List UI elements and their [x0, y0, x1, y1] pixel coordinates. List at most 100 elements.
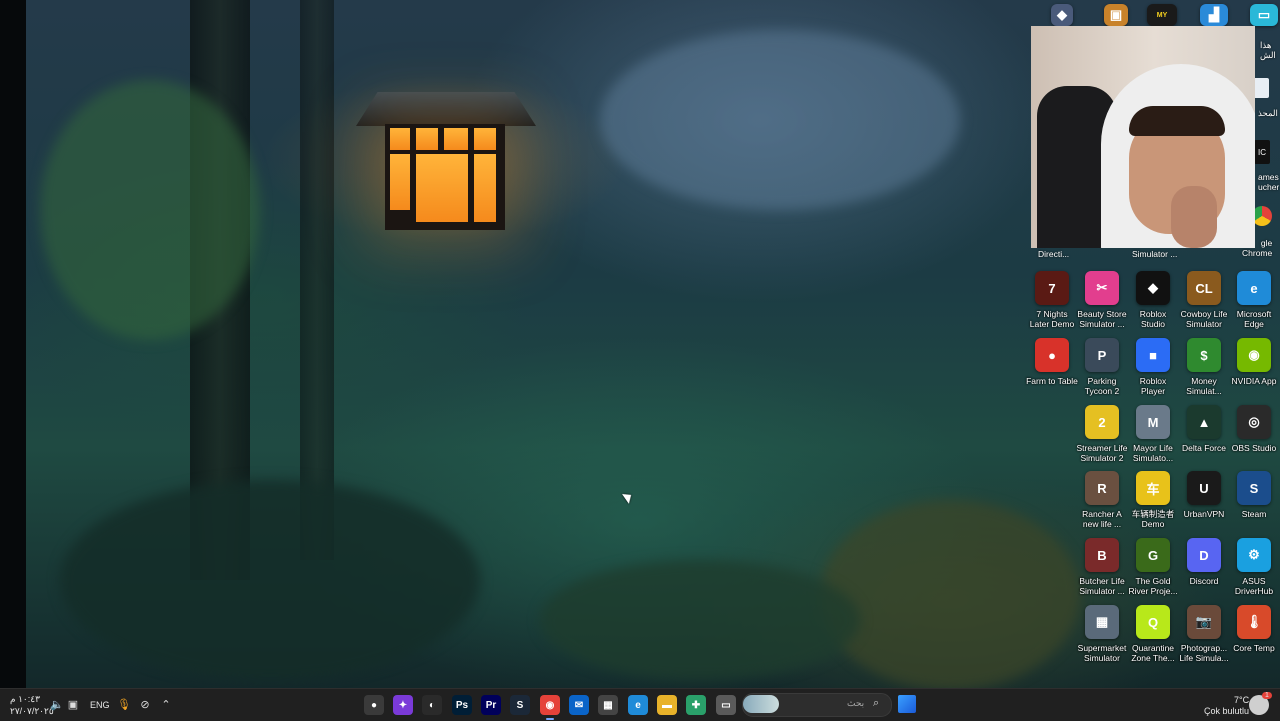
chevron-up-icon[interactable]: ⌃: [159, 698, 173, 712]
chrome-icon: ◉: [545, 699, 555, 711]
weather-temp[interactable]: 7°C: [1234, 695, 1249, 705]
this-pc-icon: ▭: [1250, 4, 1278, 26]
desktop-icon[interactable]: ◆ Roblox Studio: [1127, 271, 1179, 329]
desktop-icon[interactable]: ✂ Beauty Store Simulator ...: [1076, 271, 1128, 329]
desktop-icon[interactable]: ⚙ ASUS DriverHub: [1228, 538, 1280, 596]
steam-icon: S: [1237, 471, 1271, 505]
desktop-icon[interactable]: 🌡 Core Temp: [1228, 605, 1280, 653]
chrome-icon[interactable]: [1252, 206, 1272, 226]
github-icon: ◐: [428, 699, 436, 711]
steam-icon: S: [516, 699, 524, 711]
desktop-icon[interactable]: 车车辆制造者 Demo: [1127, 471, 1179, 529]
desktop-icon[interactable]: D Discord: [1178, 538, 1230, 586]
desktop-icon-label: Farm to Table: [1026, 376, 1078, 386]
taskbar-outlook[interactable]: ✉: [569, 695, 589, 715]
recycle-bin-icon[interactable]: [1253, 78, 1269, 98]
window-icon: ▭: [721, 699, 731, 711]
desktop-icon-partial[interactable]: MY: [1136, 4, 1188, 26]
desktop-icon[interactable]: ◎ OBS Studio: [1228, 405, 1280, 453]
taskbar-app-5[interactable]: ▭: [716, 695, 736, 715]
gold-river-icon: G: [1136, 538, 1170, 572]
rancher-game-icon: R: [1085, 471, 1119, 505]
chart-app-icon: ▟: [1200, 4, 1228, 26]
edge-icon: e: [635, 699, 641, 711]
mayor-game-icon: M: [1136, 405, 1170, 439]
game-icon: ◆: [1051, 4, 1073, 26]
taskbar-store[interactable]: ▦: [598, 695, 618, 715]
clock-time[interactable]: ١٠:٤٣ م: [10, 694, 40, 705]
desktop-icon[interactable]: 2 Streamer Life Simulator 2: [1076, 405, 1128, 463]
desktop-icon[interactable]: CL Cowboy Life Simulator: [1178, 271, 1230, 329]
taskbar-edge[interactable]: e: [628, 695, 648, 715]
weather-text[interactable]: Çok bulutlu: [1204, 706, 1249, 716]
cowboy-game-icon: CL: [1187, 271, 1221, 305]
purple-app-icon: ✦: [398, 699, 408, 711]
desktop-icon-label: Mayor Life Simulato...: [1132, 443, 1174, 463]
desktop-icon[interactable]: 📷 Photograp... Life Simula...: [1178, 605, 1230, 663]
desktop-icon[interactable]: R Rancher A new life ...: [1076, 471, 1128, 529]
roblox-player-icon: ■: [1136, 338, 1170, 372]
taskbar-app-3[interactable]: ◐: [422, 695, 442, 715]
desktop-icon-label: Supermarket Simulator: [1077, 643, 1127, 663]
desktop-icon[interactable]: G The Gold River Proje...: [1127, 538, 1179, 596]
desktop-icon[interactable]: ▲ Delta Force: [1178, 405, 1230, 453]
foliage: [820, 500, 1080, 690]
desktop-icon[interactable]: M Mayor Life Simulato...: [1127, 405, 1179, 463]
desktop-icon-partial[interactable]: ▭: [1238, 4, 1280, 26]
partial-label: Directi...: [1038, 249, 1070, 259]
desktop-icon[interactable]: Q Quarantine Zone The...: [1127, 605, 1179, 663]
foliage: [60, 480, 480, 680]
store-icon: ▦: [603, 699, 613, 711]
desktop-icon-label: Photograp... Life Simula...: [1179, 643, 1229, 663]
foliage: [40, 80, 260, 340]
camera-game-icon: 📷: [1187, 605, 1221, 639]
volume-icon[interactable]: 🔈: [50, 698, 64, 712]
taskbar-explorer[interactable]: ▬: [657, 695, 677, 715]
desktop-icon[interactable]: ■ Roblox Player: [1127, 338, 1179, 396]
desktop-icon[interactable]: $ Money Simulat...: [1178, 338, 1230, 396]
desktop-icon[interactable]: P Parking Tycoon 2: [1076, 338, 1128, 396]
mail-icon: ✉: [574, 699, 584, 711]
desktop-icon-label: Cowboy Life Simulator: [1180, 309, 1228, 329]
taskbar-app-1[interactable]: ●: [364, 695, 384, 715]
taskbar-premiere[interactable]: Pr: [481, 695, 501, 715]
desktop-icon[interactable]: e Microsoft Edge: [1228, 271, 1280, 329]
desktop-icon-label: Roblox Studio: [1139, 309, 1167, 329]
games-launcher-icon[interactable]: IC: [1254, 140, 1270, 164]
taskbar-chrome[interactable]: ◉: [540, 695, 560, 720]
clock-date[interactable]: ٢٧/٠٧/٢٠٢٥: [10, 706, 54, 717]
language-indicator[interactable]: ENG: [90, 700, 110, 710]
desktop-icon-partial[interactable]: ▣: [1090, 4, 1142, 26]
microphone-icon[interactable]: 🎙: [117, 698, 131, 712]
search-placeholder: بحث: [847, 698, 865, 708]
quarantine-icon: Q: [1136, 605, 1170, 639]
desktop-icon[interactable]: S Steam: [1228, 471, 1280, 519]
search-box[interactable]: بحث ⌕: [742, 693, 892, 717]
desktop-icon[interactable]: ◉ NVIDIA App: [1228, 338, 1280, 386]
foliage: [540, 560, 860, 680]
desktop-icon[interactable]: B Butcher Life Simulator ...: [1076, 538, 1128, 596]
hair-dryer-icon: ✂: [1085, 271, 1119, 305]
desktop-icon-label: Core Temp: [1233, 643, 1275, 653]
partial-label: المحذ: [1258, 108, 1278, 118]
desktop-icon-partial[interactable]: ▟: [1188, 4, 1240, 26]
desktop-icon[interactable]: 7 7 Nights Later Demo: [1026, 271, 1078, 329]
taskbar-app-2[interactable]: ✦: [393, 695, 413, 715]
desktop-icon-label: UrbanVPN: [1183, 509, 1225, 519]
desktop-icon[interactable]: ● Farm to Table: [1026, 338, 1078, 386]
desktop-icon[interactable]: ▦ Supermarket Simulator: [1076, 605, 1128, 663]
taskbar-app-4[interactable]: ✚: [686, 695, 706, 715]
thermometer-icon: 🌡: [1237, 605, 1271, 639]
photoshop-icon: Ps: [455, 699, 469, 711]
taskbar-steam[interactable]: S: [510, 695, 530, 715]
desktop-icon-partial[interactable]: ◆: [1036, 4, 1088, 26]
network-off-icon[interactable]: ⊘: [138, 698, 152, 712]
folder-icon: ▬: [662, 699, 672, 711]
taskbar-photoshop[interactable]: Ps: [452, 695, 472, 715]
start-button[interactable]: [898, 695, 916, 713]
display-icon[interactable]: ▣: [66, 698, 80, 712]
delta-force-icon: ▲: [1187, 405, 1221, 439]
desktop-icon[interactable]: U UrbanVPN: [1178, 471, 1230, 519]
desktop-icon-label: Steam: [1241, 509, 1267, 519]
butcher-game-icon: B: [1085, 538, 1119, 572]
